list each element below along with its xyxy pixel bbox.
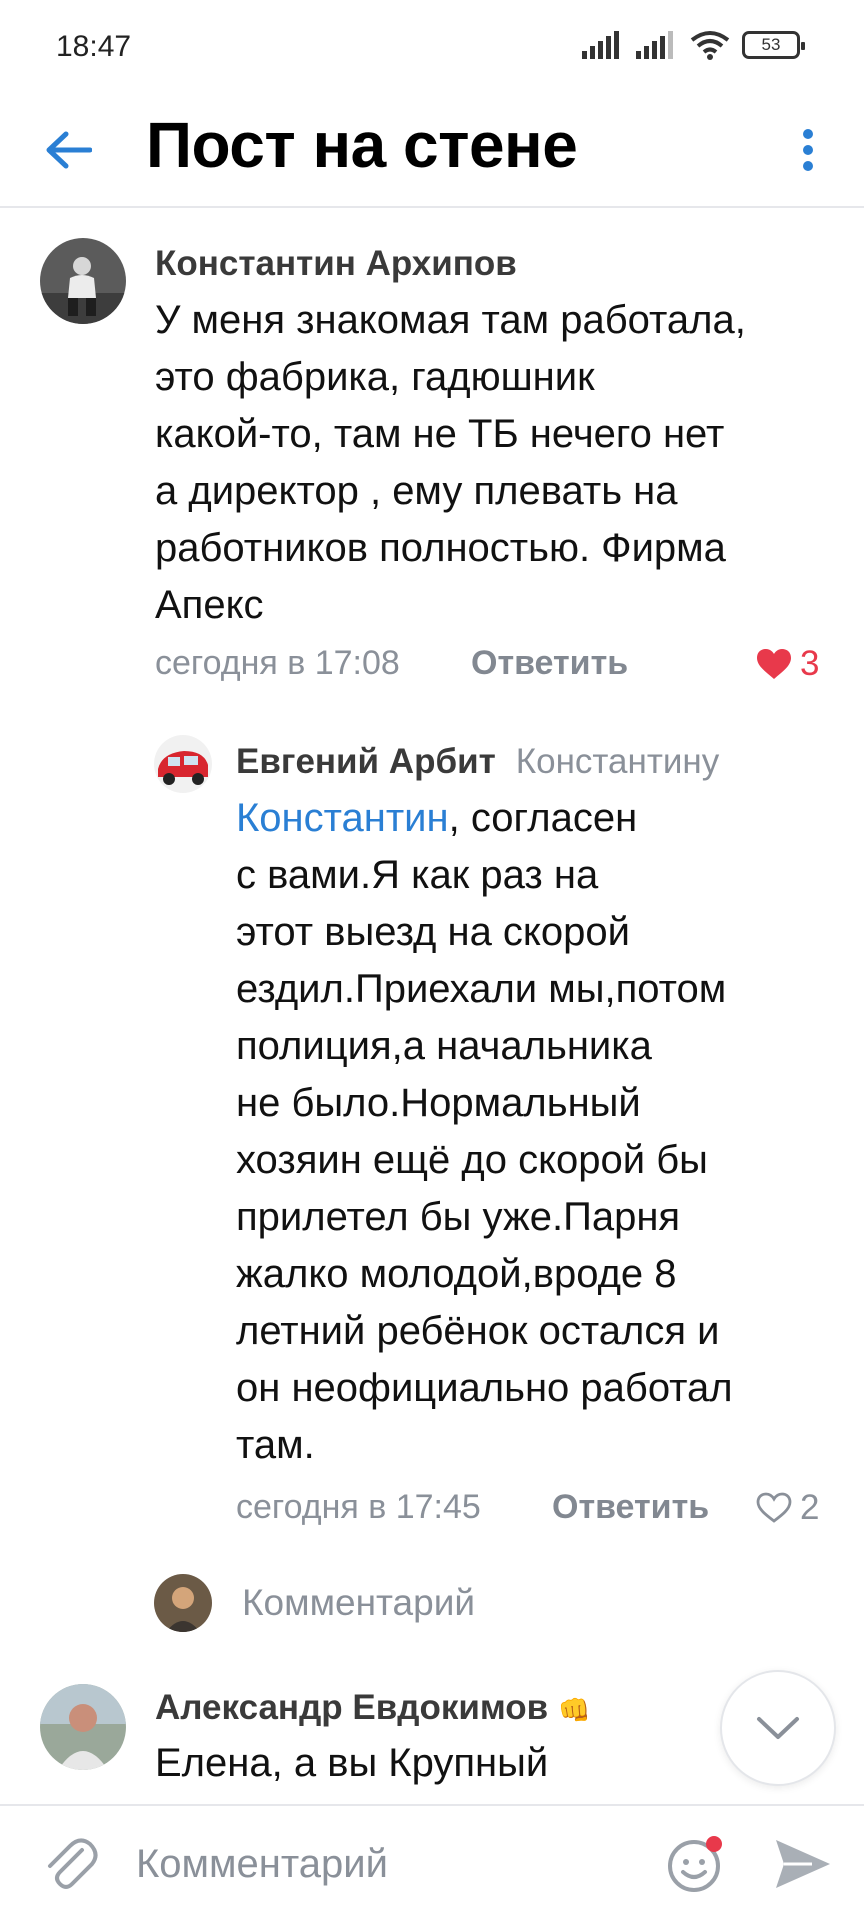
signal-icon	[582, 31, 619, 59]
status-time: 18:47	[56, 30, 132, 63]
chevron-down-icon	[757, 1717, 799, 1739]
comment-text-line: какой-то, там не ТБ нечего нет	[155, 412, 725, 456]
like-count: 2	[800, 1488, 820, 1527]
comment-text-line: хозяин ещё до скорой бы	[236, 1138, 708, 1182]
scroll-down-button[interactable]	[720, 1670, 836, 1786]
comment-input[interactable]	[136, 1836, 636, 1892]
avatar[interactable]	[154, 735, 212, 793]
comment-text-line: полиция,а начальника	[236, 1024, 652, 1068]
comment-author: Евгений Арбит Константину	[236, 742, 719, 782]
send-button[interactable]	[772, 1834, 834, 1894]
comment-author[interactable]: Константин Архипов	[155, 244, 517, 284]
like-count: 3	[800, 644, 820, 683]
inline-comment-placeholder[interactable]: Комментарий	[242, 1582, 475, 1624]
avatar[interactable]	[40, 238, 126, 324]
comment-text-line: ездил.Приехали мы,потом	[236, 967, 727, 1011]
paperclip-icon	[48, 1838, 98, 1889]
comment-text-line: это фабрика, гадюшник	[155, 355, 595, 399]
comment-text: У меня знакомая там работала, это фабрик…	[155, 292, 746, 634]
comment-author-name[interactable]: Александр Евдокимов	[155, 1688, 548, 1727]
battery-indicator: 53	[742, 31, 805, 59]
heart-outline-icon	[756, 1492, 792, 1523]
comment-timestamp: сегодня в 17:08	[155, 644, 400, 682]
mention-link[interactable]: Константин	[236, 796, 449, 840]
comment-text-line: с вами.Я как раз на	[236, 853, 599, 897]
comment-text: Константин, согласен с вами.Я как раз на…	[236, 790, 733, 1474]
arrow-left-icon	[46, 131, 92, 169]
top-app-bar: Пост на стене	[0, 96, 864, 208]
comment-text-line: этот выезд на скорой	[236, 910, 630, 954]
comment-author-name[interactable]: Евгений Арбит	[236, 742, 496, 781]
comment-text-line: не было.Нормальный	[236, 1081, 641, 1125]
battery-level: 53	[761, 35, 781, 54]
comment-text-line: Константин, согласен	[236, 790, 733, 847]
wifi-icon	[690, 31, 730, 60]
back-button[interactable]	[36, 118, 100, 182]
status-icons: 53	[582, 30, 805, 60]
send-icon	[776, 1840, 830, 1888]
status-bar: 18:47 53	[0, 0, 864, 96]
reply-button[interactable]: Ответить	[552, 1488, 709, 1527]
comment-timestamp: сегодня в 17:45	[236, 1488, 481, 1526]
comment-text-line: там.	[236, 1423, 315, 1467]
like-button[interactable]: 2	[756, 1488, 819, 1528]
comment-text-line: работников полностью. Фирма	[155, 526, 726, 570]
page-title: Пост на стене	[146, 109, 578, 181]
comment-text-line: Елена, а вы Крупный	[155, 1741, 549, 1785]
comment-text-line: Апекс	[155, 583, 264, 627]
current-user-avatar	[154, 1574, 212, 1632]
comment-composer	[0, 1804, 864, 1920]
comment-text: Елена, а вы Крупный	[155, 1735, 548, 1792]
reply-to-label[interactable]: Константину	[516, 742, 720, 781]
signal-icon-2	[636, 31, 673, 59]
avatar[interactable]	[40, 1684, 126, 1770]
like-button[interactable]: 3	[756, 644, 819, 684]
more-options-button[interactable]	[780, 118, 836, 182]
reply-button[interactable]: Ответить	[471, 644, 628, 683]
comment-text-line: жалко молодой,вроде 8	[236, 1252, 677, 1296]
author-emoji: 👊	[557, 1695, 591, 1725]
comment-text-line: У меня знакомая там работала,	[155, 298, 746, 342]
comment-text-line: летний ребёнок остался и	[236, 1309, 720, 1353]
attach-button[interactable]	[38, 1832, 102, 1896]
comment-text-fragment: , согласен	[448, 796, 638, 840]
comment-text-line: прилетел бы уже.Парня	[236, 1195, 681, 1239]
heart-icon	[757, 649, 791, 679]
comment-text-line: а директор , ему плевать на	[155, 469, 678, 513]
emoji-button[interactable]	[664, 1832, 728, 1896]
comment-author: Александр Евдокимов 👊	[155, 1688, 590, 1728]
smile-icon	[668, 1836, 722, 1892]
more-vertical-icon	[803, 129, 813, 171]
comment-text-line: он неофициально работал	[236, 1366, 733, 1410]
